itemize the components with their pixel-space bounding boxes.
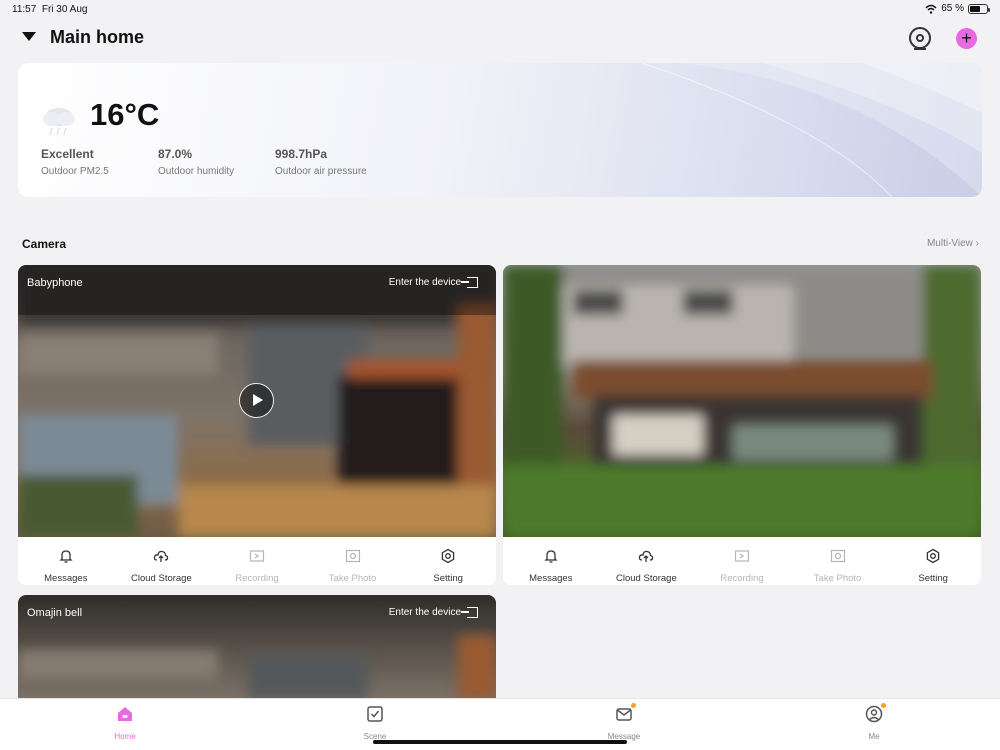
setting-action[interactable]: Setting [400, 538, 496, 585]
cloud-upload-icon [639, 550, 654, 562]
messages-action[interactable]: Messages [18, 538, 114, 585]
user-icon [865, 705, 883, 723]
cloud-upload-icon [154, 550, 169, 562]
tab-label: Me [868, 732, 880, 741]
stat-label: Outdoor air pressure [275, 166, 367, 177]
camera-actions: Messages Cloud Storage Recording Take Ph… [18, 538, 496, 585]
action-label: Messages [529, 573, 573, 584]
messages-action[interactable]: Messages [503, 538, 599, 585]
header: Main home + [0, 22, 1000, 56]
enter-device-button[interactable]: Enter the device [389, 607, 478, 618]
setting-action[interactable]: Setting [885, 538, 981, 585]
enter-device-label: Enter the device [388, 277, 461, 288]
camera-name: Omajin bell [27, 607, 83, 619]
action-label: Messages [44, 573, 88, 584]
tab-me[interactable]: Me [844, 703, 904, 744]
add-device-button[interactable]: + [956, 28, 977, 49]
recording-action[interactable]: Recording [209, 538, 305, 585]
stat-value: Excellent [41, 147, 94, 161]
message-badge [631, 703, 636, 708]
stat-pm25: Excellent Outdoor PM2.5 [41, 147, 109, 177]
camera-card-omajin-bell: Omajin bell Enter the device [18, 595, 496, 698]
take-photo-action[interactable]: Take Photo [305, 538, 401, 585]
temperature: 16°C [90, 97, 160, 132]
recording-action[interactable]: Recording [694, 538, 790, 585]
camera-name: Babyphone [27, 277, 83, 289]
status-right: 65 % [925, 3, 990, 14]
enter-device-label: Enter the device [388, 607, 461, 618]
camera-icon [830, 549, 845, 563]
action-label: Setting [433, 573, 463, 584]
action-label: Setting [918, 573, 948, 584]
camera-card-outdoor: Messages Cloud Storage Recording Take Ph… [503, 265, 981, 585]
message-icon-wrapper [615, 703, 636, 723]
tab-message[interactable]: Message [594, 703, 654, 744]
me-icon-wrapper [865, 703, 886, 723]
stat-value: 87.0% [158, 147, 193, 161]
camera-feed[interactable] [503, 265, 981, 537]
action-label: Take Photo [813, 573, 862, 584]
stat-value: 998.7hPa [275, 147, 328, 161]
battery-percent: 65 % [941, 3, 964, 14]
envelope-icon [616, 708, 632, 721]
camera-icon [345, 549, 360, 563]
home-title[interactable]: Main home [50, 27, 144, 48]
battery-icon [968, 3, 990, 14]
home-icon [118, 707, 132, 721]
bell-icon [544, 550, 558, 563]
home-indicator[interactable] [373, 740, 627, 744]
home-switch-caret-icon[interactable] [22, 32, 36, 41]
tab-scene[interactable]: Scene [345, 705, 405, 744]
multi-view-link[interactable]: Multi-View › [927, 238, 979, 249]
take-photo-action[interactable]: Take Photo [790, 538, 886, 585]
status-bar: 11:57 Fri 30 Aug 65 % [0, 0, 1000, 20]
wifi-icon [925, 4, 937, 14]
action-label: Recording [235, 573, 279, 584]
record-icon [249, 550, 265, 562]
gear-icon [926, 548, 940, 564]
enter-icon [461, 607, 478, 618]
tab-home[interactable]: Home [95, 705, 155, 744]
camera-card-babyphone: Babyphone Enter the device Messages Clou… [18, 265, 496, 585]
stat-air-pressure: 998.7hPa Outdoor air pressure [275, 147, 367, 177]
status-time: 11:57 Fri 30 Aug [12, 4, 88, 15]
record-icon [734, 550, 750, 562]
action-label: Recording [720, 573, 764, 584]
camera-feed[interactable]: Babyphone Enter the device [18, 265, 496, 537]
stat-label: Outdoor PM2.5 [41, 166, 109, 177]
action-label: Cloud Storage [131, 573, 192, 584]
camera-scan-button[interactable] [909, 27, 931, 50]
decorative-swoosh [641, 63, 982, 197]
action-label: Take Photo [328, 573, 377, 584]
camera-feed[interactable]: Omajin bell Enter the device [18, 595, 496, 698]
camera-section-title: Camera [22, 237, 67, 251]
tab-label: Home [114, 732, 136, 741]
enter-device-button[interactable]: Enter the device [389, 277, 478, 288]
me-badge [881, 703, 886, 708]
house-scene [503, 265, 981, 537]
camera-actions: Messages Cloud Storage Recording Take Ph… [503, 538, 981, 585]
bell-icon [59, 550, 73, 563]
gear-icon [441, 548, 455, 564]
action-label: Cloud Storage [616, 573, 677, 584]
stat-humidity: 87.0% Outdoor humidity [158, 147, 234, 177]
cloud-storage-action[interactable]: Cloud Storage [114, 538, 210, 585]
checkbox-icon [367, 706, 383, 722]
weather-card[interactable]: 16°C Excellent Outdoor PM2.5 87.0% Outdo… [18, 63, 982, 197]
cloud-storage-action[interactable]: Cloud Storage [599, 538, 695, 585]
stat-label: Outdoor humidity [158, 166, 235, 177]
rain-cloud-icon [43, 108, 75, 136]
play-button[interactable] [239, 383, 274, 418]
enter-icon [461, 277, 478, 288]
